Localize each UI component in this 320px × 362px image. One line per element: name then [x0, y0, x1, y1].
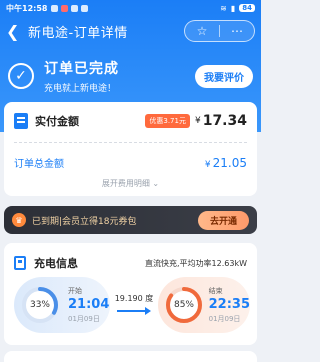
start-date: 01月09日 — [68, 315, 100, 323]
next-card-peek — [4, 351, 257, 362]
currency-symbol: ¥ — [194, 116, 201, 126]
order-status-text: 订单已完成 充电就上新电途！ — [44, 58, 119, 94]
notification-icon — [71, 4, 79, 12]
total-amount-row: 订单总金额 ¥21.05 — [14, 155, 247, 171]
nav-bar: ❮ 新电途-订单详情 ☆ ⋯ — [0, 18, 261, 44]
activate-member-button[interactable]: 去开通 — [197, 210, 249, 230]
paid-amount-value: 17.34 — [202, 113, 247, 129]
total-amount: ¥21.05 — [205, 156, 247, 170]
more-icon[interactable]: ⋯ — [220, 21, 254, 41]
notification-icons — [51, 4, 89, 12]
order-status-title: 订单已完成 — [44, 61, 119, 77]
app-notification-icon — [61, 4, 69, 12]
notification-icon — [51, 4, 59, 12]
paid-amount-row: 实付金额 优惠3.71元 ¥ 17.34 — [14, 113, 247, 129]
end-label: 结束 — [208, 287, 223, 295]
charging-info-title: 充电信息 — [34, 257, 78, 270]
end-battery-ring: 85% — [164, 285, 202, 325]
charged-energy: 19.190 度 — [112, 293, 156, 315]
end-percent: 85% — [173, 300, 194, 310]
chevron-down-icon: ⌄ — [152, 179, 160, 188]
charging-pile-icon — [14, 256, 26, 270]
member-banner[interactable]: ♛ 已到期|会员立得18元券包 去开通 — [4, 206, 257, 234]
notification-icon — [81, 4, 89, 12]
review-button[interactable]: 我要评价 — [195, 64, 253, 88]
status-time: 中午12:58 — [6, 3, 48, 13]
back-arrow-icon[interactable]: ❮ — [6, 22, 24, 41]
total-amount-label: 订单总金额 — [14, 159, 64, 170]
start-text: 开始 21:04 01月09日 — [68, 286, 109, 324]
status-bar: 中午12:58 ≋ ▮ 84 — [0, 0, 261, 16]
arrow-right-icon — [117, 307, 151, 315]
charge-start-segment: 33% 开始 21:04 01月09日 — [14, 277, 110, 333]
signal-icon: ▮ — [230, 3, 236, 13]
member-crown-icon: ♛ — [12, 213, 26, 227]
system-icons: ≋ ▮ 84 — [220, 4, 255, 13]
receipt-icon — [14, 113, 28, 129]
charging-info-detail: 直流快充,平均功率12.63kW — [145, 258, 247, 268]
total-currency-symbol: ¥ — [204, 159, 211, 170]
star-icon[interactable]: ☆ — [185, 21, 219, 41]
expand-fee-details-label: 展开费用明细 — [101, 179, 150, 188]
order-status: ✓ 订单已完成 充电就上新电途！ 我要评价 — [8, 58, 253, 94]
end-date: 01月09日 — [208, 315, 241, 323]
charging-info-header: 充电信息 直流快充,平均功率12.63kW — [14, 255, 247, 271]
start-time: 21:04 — [68, 297, 110, 312]
battery-icon: 84 — [239, 4, 255, 12]
order-status-subtitle: 充电就上新电途！ — [44, 84, 117, 94]
charged-energy-value: 19.190 度 — [114, 294, 154, 303]
paid-amount-label: 实付金额 — [35, 115, 79, 128]
page-title: 新电途-订单详情 — [28, 25, 128, 41]
wifi-icon: ≋ — [220, 3, 227, 13]
divider — [14, 142, 247, 143]
member-text: 已到期|会员立得18元券包 — [32, 216, 137, 227]
end-time: 22:35 — [208, 297, 250, 312]
start-battery-ring: 33% — [20, 285, 60, 325]
charging-info-card: 充电信息 直流快充,平均功率12.63kW 33% 开始 21:04 01月09… — [4, 243, 257, 345]
end-text: 结束 22:35 01月09日 — [209, 286, 250, 324]
start-percent: 33% — [29, 300, 50, 310]
start-label: 开始 — [68, 287, 82, 295]
payment-card: 实付金额 优惠3.71元 ¥ 17.34 订单总金额 ¥21.05 展开费用明细… — [4, 102, 257, 196]
expand-fee-details-link[interactable]: 展开费用明细 ⌄ — [4, 178, 257, 189]
discount-badge: 优惠3.71元 — [145, 114, 190, 128]
charge-end-segment: 85% 结束 22:35 01月09日 — [158, 277, 250, 333]
check-circle-icon: ✓ — [8, 63, 34, 89]
capsule-menu: ☆ ⋯ — [184, 20, 255, 42]
total-amount-value: 21.05 — [212, 155, 247, 170]
